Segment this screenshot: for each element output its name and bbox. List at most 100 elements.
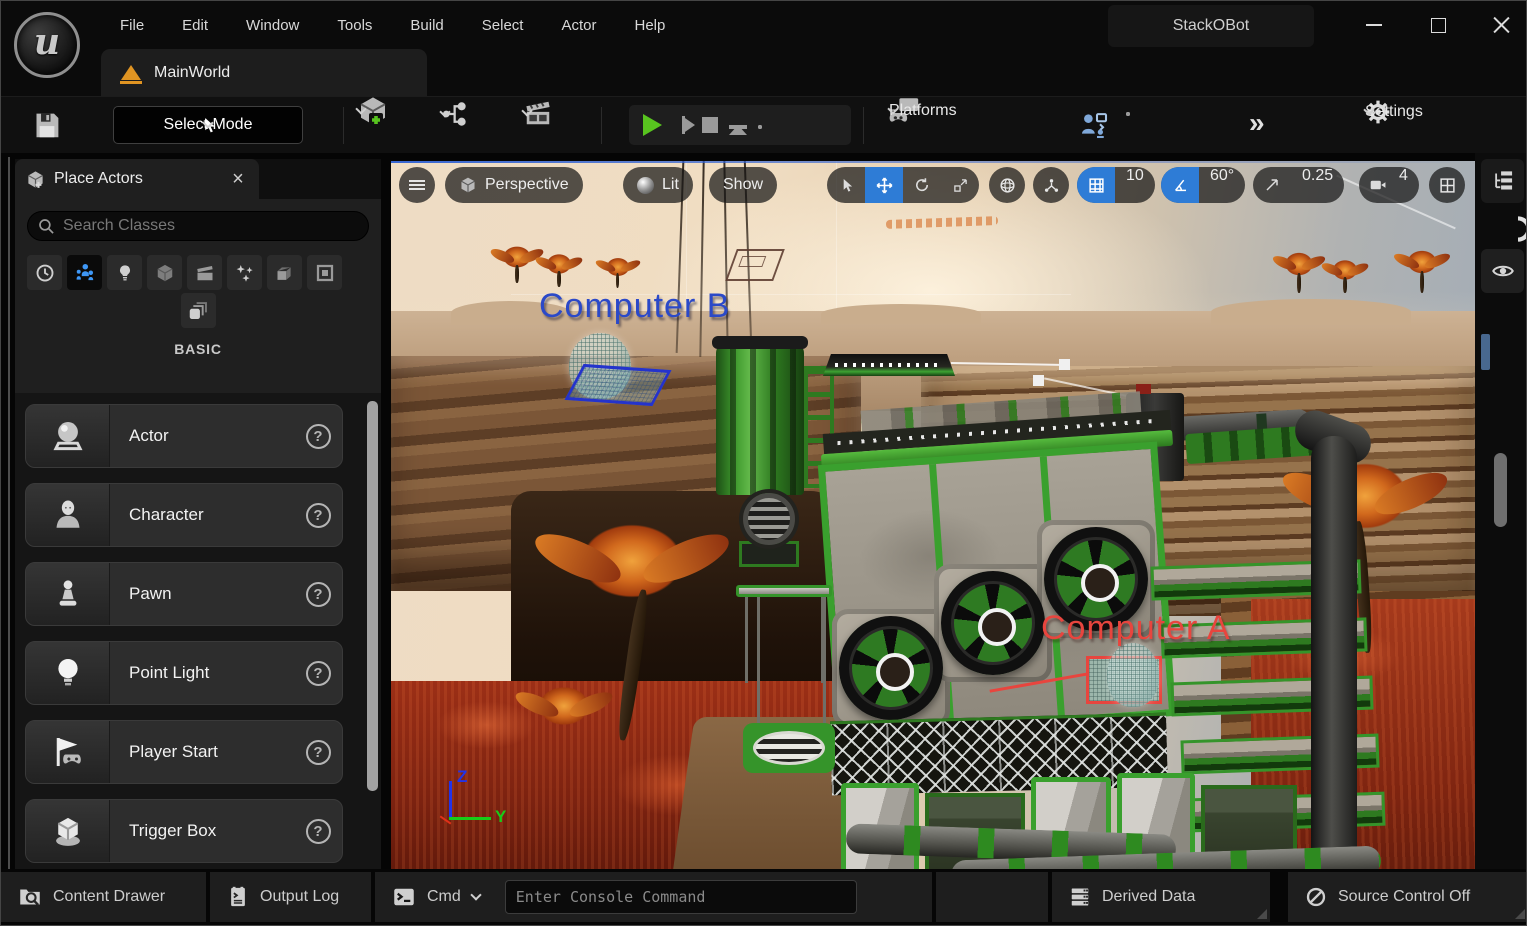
dock-splitter[interactable] <box>8 157 10 869</box>
grid-snap-control[interactable]: 10 <box>1077 167 1155 203</box>
source-control-button[interactable]: Source Control Off <box>1288 872 1527 922</box>
select-tool[interactable] <box>827 167 865 203</box>
category-recent-icon[interactable] <box>27 255 62 290</box>
stop-button[interactable] <box>702 117 718 133</box>
section-label-basic: BASIC <box>27 341 369 357</box>
outliner-tab[interactable] <box>1481 159 1524 203</box>
help-icon[interactable] <box>294 484 342 546</box>
menu-help[interactable]: Help <box>616 17 685 34</box>
rotate-tool[interactable] <box>903 167 941 203</box>
menu-build[interactable]: Build <box>391 17 462 34</box>
surface-snapping-toggle[interactable] <box>1033 167 1069 203</box>
place-actor-item-trigger-box[interactable]: Trigger Box <box>25 799 343 863</box>
floating-platform[interactable] <box>823 354 955 376</box>
main-toolbar: Select Mode Platforms <box>1 96 1526 153</box>
play-button[interactable] <box>643 114 662 136</box>
show-flags-dropdown[interactable]: Show <box>709 167 777 203</box>
help-icon[interactable] <box>294 721 342 783</box>
content-drawer-button[interactable]: Content Drawer <box>1 872 206 922</box>
actor-icon <box>26 405 110 467</box>
add-actor-dropdown[interactable] <box>357 109 365 113</box>
settings-dropdown[interactable]: Settings <box>1365 110 1373 114</box>
status-bar: Content Drawer Output Log Cmd Derived Da… <box>1 869 1527 925</box>
palm-tree-large <box>566 513 698 609</box>
place-actor-item-pawn[interactable]: Pawn <box>25 562 343 626</box>
trigger-box-icon <box>26 800 110 862</box>
fan-actor[interactable] <box>839 616 943 720</box>
output-log-button[interactable]: Output Log <box>210 872 371 922</box>
main-menu-bar: File Edit Window Tools Build Select Acto… <box>101 1 684 49</box>
camera-mode-dropdown[interactable]: Perspective <box>445 167 583 203</box>
menu-select[interactable]: Select <box>463 17 543 34</box>
scale-snap-control[interactable]: 0.25 <box>1253 167 1344 203</box>
menu-edit[interactable]: Edit <box>163 17 227 34</box>
derived-data-button[interactable]: Derived Data <box>1052 872 1270 922</box>
move-tool[interactable] <box>865 167 903 203</box>
quad-view-icon <box>1439 177 1456 194</box>
place-actor-item-character[interactable]: Character <box>25 483 343 547</box>
level-tab-mainworld[interactable]: MainWorld <box>101 49 427 96</box>
select-mode-dropdown[interactable]: Select Mode <box>113 106 303 144</box>
close-panel-icon[interactable] <box>228 169 248 189</box>
place-actor-item-player-start[interactable]: Player Start <box>25 720 343 784</box>
place-actors-panel: Place Actors <box>15 159 381 871</box>
toolbar-overflow-chevron[interactable]: » <box>1249 107 1265 139</box>
search-classes-input[interactable] <box>63 217 358 235</box>
title-bar: File Edit Window Tools Build Select Acto… <box>1 1 1526 96</box>
unreal-engine-logo-icon <box>14 12 80 78</box>
platforms-dropdown[interactable]: Platforms <box>889 109 897 113</box>
level-viewport[interactable]: Computer B Computer A Z Y Perspective Li… <box>391 161 1475 871</box>
rotation-snap-control[interactable]: 60° <box>1161 167 1245 203</box>
computer-b-selection-quad[interactable] <box>564 364 671 406</box>
panel-scrollbar[interactable] <box>367 401 378 791</box>
help-icon[interactable] <box>294 642 342 704</box>
right-scrollbar[interactable] <box>1494 453 1507 527</box>
console-command-input[interactable] <box>505 880 857 914</box>
category-volumes-icon[interactable] <box>307 255 342 290</box>
help-icon[interactable] <box>294 563 342 625</box>
place-actor-item-point-light[interactable]: Point Light <box>25 641 343 705</box>
category-geometry-icon[interactable] <box>267 255 302 290</box>
fan-actor[interactable] <box>941 571 1045 675</box>
search-icon <box>38 218 55 235</box>
camera-speed-control[interactable]: 4 <box>1359 167 1419 203</box>
cmd-terminal-icon <box>392 885 416 909</box>
visibility-tab[interactable] <box>1481 249 1524 293</box>
menu-tools[interactable]: Tools <box>318 17 391 34</box>
category-all-classes-icon[interactable] <box>181 293 216 328</box>
computer-a-actor[interactable] <box>1107 643 1159 707</box>
unreal-editor-window: File Edit Window Tools Build Select Acto… <box>0 0 1527 926</box>
source-control-off-icon <box>1305 886 1327 908</box>
point-light-icon <box>26 642 110 704</box>
place-actor-item-actor[interactable]: Actor <box>25 404 343 468</box>
details-tab[interactable] <box>1505 216 1527 242</box>
category-cinematic-icon[interactable] <box>187 255 222 290</box>
world-local-toggle[interactable] <box>989 167 1025 203</box>
place-actors-tab[interactable]: Place Actors <box>15 159 259 199</box>
minimize-button[interactable] <box>1364 15 1384 35</box>
view-mode-dropdown[interactable]: Lit <box>623 167 693 203</box>
category-shapes-icon[interactable] <box>147 255 182 290</box>
menu-window[interactable]: Window <box>227 17 318 34</box>
menu-file[interactable]: File <box>101 17 163 34</box>
green-tower-structure[interactable] <box>716 343 804 495</box>
scale-tool[interactable] <box>941 167 979 203</box>
cinematics-dropdown[interactable] <box>523 111 531 115</box>
maximize-button[interactable] <box>1428 15 1448 35</box>
right-dock-strip <box>1475 153 1527 871</box>
cmd-dropdown[interactable]: Cmd <box>427 888 461 906</box>
unsaved-warning-icon <box>121 65 141 80</box>
large-pipe <box>1311 436 1357 871</box>
help-icon[interactable] <box>294 405 342 467</box>
quad-view-toggle[interactable] <box>1429 167 1465 203</box>
category-basic-icon[interactable] <box>67 255 102 290</box>
place-actors-icon <box>26 170 45 189</box>
blueprints-dropdown[interactable] <box>441 112 449 116</box>
category-lights-icon[interactable] <box>107 255 142 290</box>
viewport-options-menu[interactable] <box>399 167 435 203</box>
menu-actor[interactable]: Actor <box>542 17 615 34</box>
close-button[interactable] <box>1492 15 1512 35</box>
search-classes-field[interactable] <box>27 211 369 241</box>
help-icon[interactable] <box>294 800 342 862</box>
category-visual-effects-icon[interactable] <box>227 255 262 290</box>
